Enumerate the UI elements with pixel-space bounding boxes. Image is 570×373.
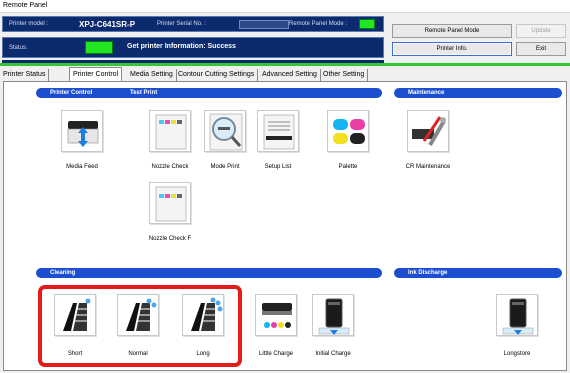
initial-charge-icon	[318, 298, 350, 335]
section-ink-discharge: Ink Discharge	[394, 268, 562, 278]
printer-model-value: XPJ-C641SR-P	[79, 20, 136, 29]
media-feed-icon	[67, 121, 99, 147]
media-feed-button[interactable]	[61, 110, 103, 152]
palette-button[interactable]	[327, 110, 369, 152]
remote-mode-indicator	[359, 19, 375, 29]
setup-list-button[interactable]	[257, 110, 299, 152]
initial-charge-label: Initial Charge	[315, 351, 351, 357]
status-row: Status: Get printer Information: Success	[2, 37, 384, 58]
media-feed-label: Media Feed	[66, 164, 98, 170]
printer-header: Printer model : XPJ-C641SR-P Printer Ser…	[0, 14, 570, 64]
section-maintenance: Maintenance	[394, 88, 562, 98]
remote-mode-label: Remote Panel Mode :	[289, 21, 348, 27]
status-label: Status:	[9, 45, 28, 51]
printer-info-button[interactable]: Printer Info.	[392, 42, 512, 56]
section-test-print: Test Print	[116, 88, 382, 98]
tab-printer-status[interactable]: Printer Status	[0, 69, 50, 81]
window-titlebar: Remote Panel	[0, 0, 570, 13]
longstore-button[interactable]	[496, 294, 538, 336]
cr-maintenance-button[interactable]	[407, 110, 449, 152]
tab-printer-control[interactable]: Printer Control	[69, 67, 123, 82]
initial-charge-button[interactable]	[312, 294, 354, 336]
serial-value-masked	[239, 20, 289, 29]
little-charge-icon	[262, 303, 292, 328]
nozzle-check-icon	[155, 114, 187, 150]
printer-model-label: Printer model :	[9, 21, 49, 27]
tab-media-setting[interactable]: Media Setting	[127, 69, 177, 81]
mode-print-button[interactable]	[204, 110, 246, 152]
status-indicator	[85, 41, 113, 54]
tab-other-setting[interactable]: Other Setting	[320, 69, 369, 81]
setup-list-icon	[263, 114, 295, 150]
header-separator	[0, 63, 570, 66]
wrench-icon	[412, 116, 446, 147]
palette-label: Palette	[338, 164, 358, 170]
longstore-label: Longstore	[503, 351, 531, 357]
nozzle-check-f-button[interactable]	[149, 182, 191, 224]
palette-icon	[333, 119, 365, 144]
nozzle-check-f-label: Nozzle Check F	[148, 236, 192, 242]
exit-button[interactable]: Exit	[516, 42, 566, 56]
section-cleaning: Cleaning	[36, 268, 382, 278]
update-button[interactable]: Update	[516, 24, 566, 38]
cr-maintenance-label: CR Maintenance	[405, 164, 451, 170]
tab-bar: Printer Status Printer Control Media Set…	[0, 67, 570, 82]
serial-label: Printer Serial No. :	[157, 21, 207, 27]
printer-info-row: Printer model : XPJ-C641SR-P Printer Ser…	[2, 16, 384, 32]
window-title: Remote Panel	[3, 2, 48, 9]
tab-advanced-setting[interactable]: Advanced Setting	[259, 69, 321, 81]
setup-list-label: Setup List	[264, 164, 292, 170]
tab-contour-cutting-settings[interactable]: Contour Cutting Settings	[175, 69, 259, 81]
magnifier-icon	[209, 113, 243, 151]
status-value: Get printer Information: Success	[127, 43, 236, 50]
nozzle-check-f-icon	[155, 186, 187, 222]
remote-panel-mode-button[interactable]: Remote Panel Mode	[392, 24, 512, 38]
little-charge-button[interactable]	[255, 294, 297, 336]
longstore-icon	[502, 298, 534, 335]
nozzle-check-button[interactable]	[149, 110, 191, 152]
cleaning-highlight-box	[38, 285, 242, 367]
